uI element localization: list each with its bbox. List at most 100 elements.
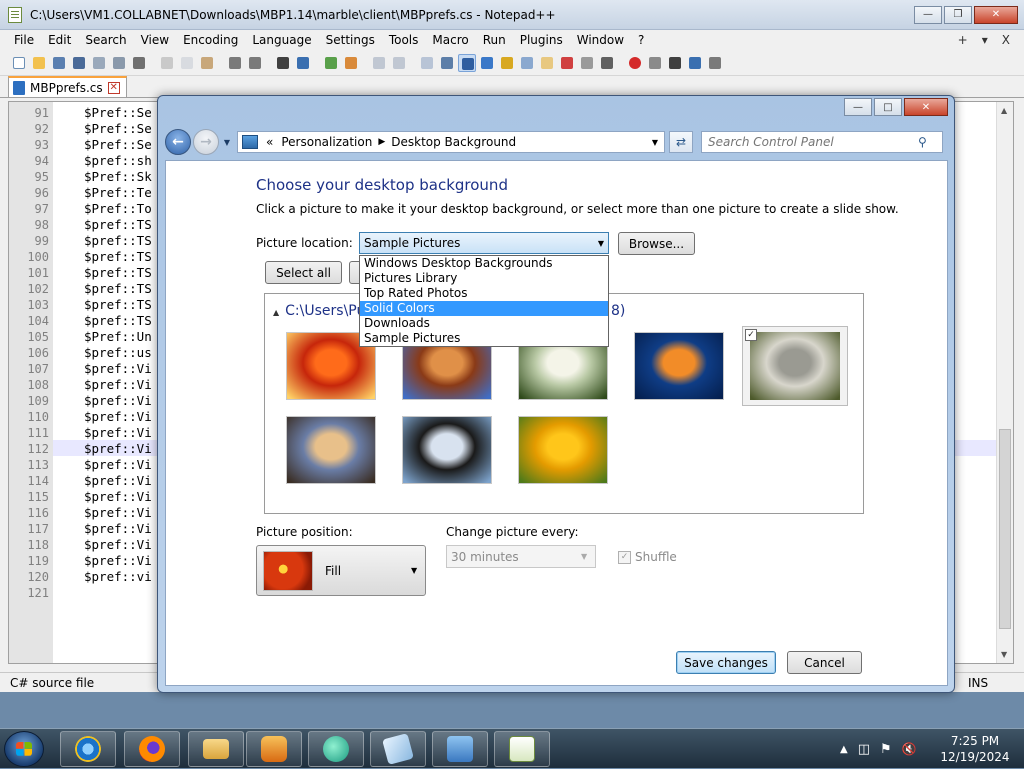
dropdown-arrow-icon[interactable]: ▼ — [594, 239, 608, 248]
thumbnail-penguins[interactable] — [402, 416, 492, 484]
thumbnail-lighthouse[interactable] — [286, 416, 376, 484]
paste-icon[interactable] — [198, 54, 216, 72]
monitoring-icon[interactable] — [598, 54, 616, 72]
open-file-icon[interactable] — [30, 54, 48, 72]
taskbar-notepad-app[interactable] — [370, 731, 426, 767]
menu-settings[interactable]: Settings — [319, 33, 382, 47]
menu-view[interactable]: View — [134, 33, 176, 47]
show-hidden-icons-icon[interactable]: ▲ — [840, 744, 848, 755]
folder-workspace-icon[interactable] — [538, 54, 556, 72]
shuffle-checkbox[interactable]: ✓ Shuffle — [618, 550, 677, 564]
zoom-in-icon[interactable] — [322, 54, 340, 72]
thumbnail-tulips[interactable] — [518, 416, 608, 484]
udl-icon[interactable] — [478, 54, 496, 72]
show-all-chars-icon[interactable] — [438, 54, 456, 72]
location-option[interactable]: Sample Pictures — [360, 331, 608, 346]
menu-edit[interactable]: Edit — [41, 33, 78, 47]
thumbnail-jellyfish[interactable] — [634, 332, 724, 400]
taskbar-control-panel[interactable] — [432, 731, 488, 767]
menu-macro[interactable]: Macro — [425, 33, 475, 47]
thumbnail-checkbox-icon[interactable]: ✓ — [745, 329, 757, 341]
npp-minimize-button[interactable]: — — [914, 5, 942, 24]
scroll-down-icon[interactable]: ▼ — [1001, 650, 1007, 659]
network-icon[interactable]: ◫ — [858, 742, 870, 757]
doc-map-icon[interactable] — [498, 54, 516, 72]
menu-help[interactable]: ? — [631, 33, 651, 47]
sync-vertical-icon[interactable] — [370, 54, 388, 72]
taskbar-chat-app[interactable] — [308, 731, 364, 767]
menu-file[interactable]: File — [0, 33, 41, 47]
select-all-button[interactable]: Select all — [265, 261, 342, 284]
menu-plugins[interactable]: Plugins — [513, 33, 570, 47]
vertical-scrollbar[interactable]: ▲ ▼ — [996, 102, 1013, 663]
location-option[interactable]: Pictures Library — [360, 271, 608, 286]
browse-button[interactable]: Browse... — [618, 232, 695, 255]
taskbar-clock[interactable]: 7:25 PM 12/19/2024 — [930, 733, 1020, 765]
menu-search[interactable]: Search — [78, 33, 133, 47]
replace-icon[interactable] — [294, 54, 312, 72]
taskbar-file-explorer[interactable] — [188, 731, 244, 767]
save-icon[interactable] — [50, 54, 68, 72]
scroll-up-icon[interactable]: ▲ — [1001, 106, 1007, 115]
close-tab-x-icon[interactable]: X — [1002, 33, 1010, 47]
close-file-icon[interactable] — [90, 54, 108, 72]
menu-window[interactable]: Window — [570, 33, 631, 47]
picture-location-select[interactable]: Sample Pictures ▼ — [359, 232, 609, 254]
menu-tools[interactable]: Tools — [382, 33, 426, 47]
checkbox-check-icon[interactable]: ✓ — [618, 550, 631, 564]
picture-position-select[interactable]: Fill ▼ — [256, 545, 426, 596]
zoom-out-icon[interactable] — [342, 54, 360, 72]
sync-horizontal-icon[interactable] — [390, 54, 408, 72]
clipboard-icon[interactable] — [578, 54, 596, 72]
menu-language[interactable]: Language — [245, 33, 318, 47]
location-option[interactable]: Top Rated Photos — [360, 286, 608, 301]
copy-icon[interactable] — [178, 54, 196, 72]
change-interval-select[interactable]: 30 minutes ▼ — [446, 545, 596, 568]
record-macro-icon[interactable] — [626, 54, 644, 72]
thumbnail-koala[interactable]: ✓ — [742, 326, 848, 406]
tab-close-icon[interactable]: ✕ — [107, 81, 120, 94]
action-center-flag-icon[interactable]: ⚑ — [880, 742, 892, 757]
stop-macro-icon[interactable] — [646, 54, 664, 72]
taskbar-internet-explorer[interactable] — [60, 731, 116, 767]
save-all-icon[interactable] — [70, 54, 88, 72]
new-file-icon[interactable] — [10, 54, 28, 72]
word-wrap-icon[interactable] — [418, 54, 436, 72]
taskbar-media-player[interactable] — [246, 731, 302, 767]
menu-encoding[interactable]: Encoding — [176, 33, 245, 47]
npp-restore-button[interactable]: ❒ — [944, 5, 972, 24]
close-all-icon[interactable] — [110, 54, 128, 72]
save-macro-icon[interactable] — [706, 54, 724, 72]
npp-title-bar[interactable]: C:\Users\VM1.COLLABNET\Downloads\MBP1.14… — [0, 0, 1024, 30]
new-tab-plus-icon[interactable]: + — [958, 33, 968, 47]
collapse-triangle-icon[interactable]: ▲ — [273, 308, 279, 317]
find-icon[interactable] — [274, 54, 292, 72]
print-icon[interactable] — [130, 54, 148, 72]
tab-list-chevron-icon[interactable]: ▾ — [982, 33, 988, 47]
cut-icon[interactable] — [158, 54, 176, 72]
tab-mbpprefs[interactable]: MBPprefs.cs ✕ — [8, 76, 127, 97]
indent-guide-icon[interactable] — [458, 53, 476, 72]
play-macro-icon[interactable] — [666, 54, 684, 72]
run-macro-multiple-icon[interactable] — [686, 54, 704, 72]
cancel-button[interactable]: Cancel — [787, 651, 862, 674]
scroll-thumb[interactable] — [999, 429, 1011, 629]
dropdown-arrow-icon[interactable]: ▼ — [581, 552, 595, 561]
location-option[interactable]: Solid Colors — [360, 301, 608, 316]
redo-icon[interactable] — [246, 54, 264, 72]
function-list-icon[interactable] — [518, 54, 536, 72]
line-number: 98 — [34, 218, 49, 232]
location-option[interactable]: Downloads — [360, 316, 608, 331]
dropdown-arrow-icon[interactable]: ▼ — [411, 566, 425, 575]
save-changes-button[interactable]: Save changes — [676, 651, 776, 674]
npp-close-button[interactable]: ✕ — [974, 5, 1018, 24]
doc-list-icon[interactable] — [558, 54, 576, 72]
taskbar-firefox[interactable] — [124, 731, 180, 767]
menu-run[interactable]: Run — [476, 33, 513, 47]
location-option[interactable]: Windows Desktop Backgrounds — [360, 256, 608, 271]
undo-icon[interactable] — [226, 54, 244, 72]
taskbar-notepadpp[interactable] — [494, 731, 550, 767]
start-button[interactable] — [4, 731, 44, 767]
volume-muted-icon[interactable]: 🔇 — [902, 742, 917, 756]
gallery-group-header[interactable]: ▲ C:\Users\Pu 8) — [273, 303, 625, 319]
